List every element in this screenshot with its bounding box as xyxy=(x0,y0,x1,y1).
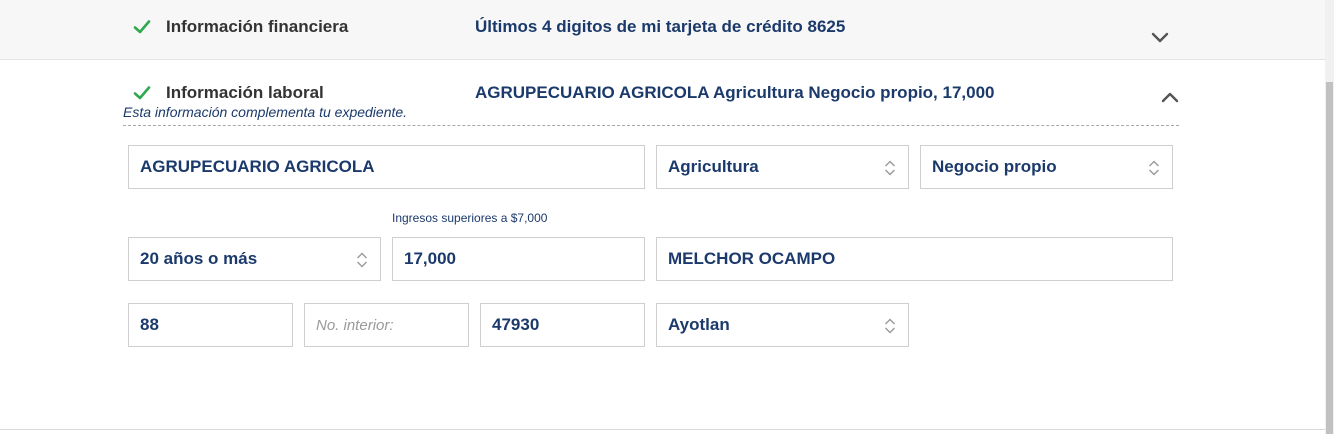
municipality-select[interactable]: Ayotlan xyxy=(656,303,909,347)
section-note: Esta información complementa tu expedien… xyxy=(123,104,408,120)
municipality-value: Ayotlan xyxy=(668,315,730,334)
income-helper-text: Ingresos superiores a $7,000 xyxy=(392,211,548,225)
section-bottom-divider xyxy=(0,429,1325,430)
chevron-up-icon[interactable] xyxy=(1160,90,1180,104)
company-name-value: AGRUPECUARIO AGRICOLA xyxy=(140,157,375,176)
ext-number-value: 88 xyxy=(140,315,159,334)
ext-number-input[interactable]: 88 xyxy=(128,303,293,347)
income-value: 17,000 xyxy=(404,249,456,268)
zip-code-input[interactable]: 47930 xyxy=(480,303,645,347)
section-summary-financial: Últimos 4 digitos de mi tarjeta de crédi… xyxy=(475,17,846,36)
section-title-work: Información laboral xyxy=(166,83,324,102)
income-input[interactable]: 17,000 xyxy=(392,237,645,281)
check-icon xyxy=(133,84,151,102)
sector-select[interactable]: Agricultura xyxy=(656,145,909,189)
section-summary-work: AGRUPECUARIO AGRICOLA Agricultura Negoci… xyxy=(475,83,995,102)
select-arrows-icon xyxy=(884,158,896,178)
employment-type-value: Negocio propio xyxy=(932,157,1057,176)
int-number-placeholder: No. interior: xyxy=(316,316,394,334)
street-value: MELCHOR OCAMPO xyxy=(668,249,836,268)
zip-code-value: 47930 xyxy=(492,315,540,334)
check-icon xyxy=(133,18,151,36)
company-name-input[interactable]: AGRUPECUARIO AGRICOLA xyxy=(128,145,645,189)
sector-value: Agricultura xyxy=(668,157,759,176)
seniority-select[interactable]: 20 años o más xyxy=(128,237,381,281)
int-number-input[interactable]: No. interior: xyxy=(304,303,469,347)
scrollbar-thumb[interactable] xyxy=(1326,82,1333,434)
street-input[interactable]: MELCHOR OCAMPO xyxy=(656,237,1173,281)
select-arrows-icon xyxy=(884,316,896,336)
employment-type-select[interactable]: Negocio propio xyxy=(920,145,1173,189)
section-divider xyxy=(123,125,1179,126)
section-title-financial: Información financiera xyxy=(166,17,349,36)
seniority-value: 20 años o más xyxy=(140,249,258,268)
select-arrows-icon xyxy=(356,250,368,270)
chevron-down-icon[interactable] xyxy=(1150,31,1170,45)
select-arrows-icon xyxy=(1148,158,1160,178)
